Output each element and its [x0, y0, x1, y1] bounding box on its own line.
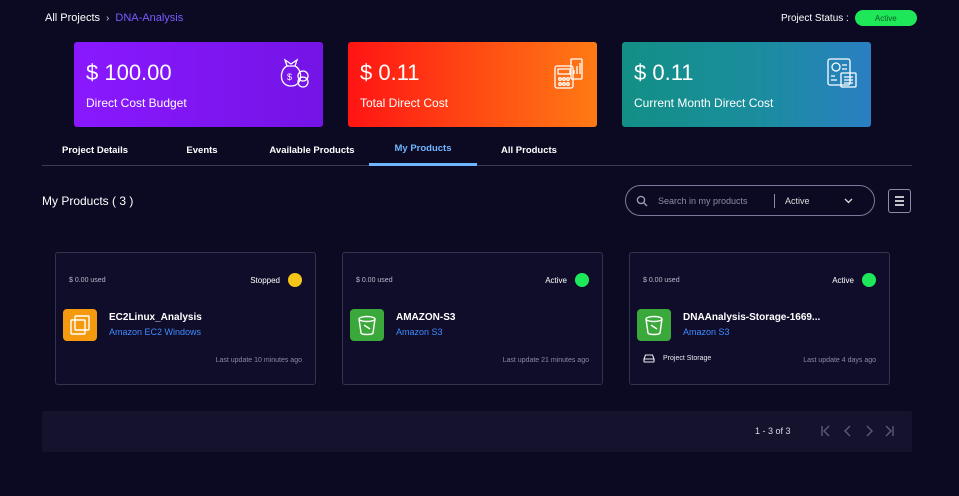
chevron-left-icon [844, 425, 851, 437]
cost-label: Direct Cost Budget [86, 96, 187, 110]
pagination-range: 1 - 3 of 3 [755, 426, 791, 436]
first-page-icon [821, 425, 830, 437]
product-name[interactable]: AMAZON-S3 [396, 312, 455, 323]
product-last-update: Last update 21 minutes ago [502, 357, 589, 364]
product-type: Amazon S3 [683, 327, 730, 337]
chevron-right-icon: › [106, 12, 110, 24]
product-card-ec2linux[interactable]: $ 0.00 used Stopped EC2Linux_Analysis Am… [55, 252, 316, 385]
product-name[interactable]: EC2Linux_Analysis [109, 312, 202, 323]
s3-bucket-icon [637, 309, 671, 341]
breadcrumb-all-projects[interactable]: All Projects [45, 12, 100, 24]
search-input[interactable] [658, 195, 770, 206]
menu-icon [895, 196, 904, 206]
status-filter-value: Active [785, 195, 810, 206]
product-last-update: Last update 4 days ago [803, 357, 876, 364]
first-page-button[interactable] [819, 424, 833, 438]
svg-text:$: $ [287, 72, 292, 82]
tab-bar: Project Details Events Available Product… [42, 134, 912, 166]
search-divider [774, 193, 775, 208]
product-last-update: Last update 10 minutes ago [215, 357, 302, 364]
product-card-dnaanalysis-storage[interactable]: $ 0.00 used Active DNAAnalysis-Storage-1… [629, 252, 890, 385]
project-storage-tag: Project Storage [643, 354, 711, 363]
total-direct-cost-card: $ 0.11 Total Direct Cost [348, 42, 597, 127]
search-icon [636, 195, 648, 206]
ec2-icon [63, 309, 97, 341]
product-used: $ 0.00 used [69, 277, 106, 284]
status-dot [288, 273, 302, 287]
product-type: Amazon S3 [396, 327, 443, 337]
chevron-down-icon [844, 198, 853, 203]
product-status: Active [832, 273, 876, 287]
calculator-icon [554, 58, 583, 89]
breadcrumb: All Projects › DNA-Analysis [45, 12, 183, 24]
product-name[interactable]: DNAAnalysis-Storage-1669... [683, 312, 820, 323]
storage-drive-icon [643, 354, 655, 363]
project-status: Project Status : Active [781, 10, 917, 26]
product-used: $ 0.00 used [643, 277, 680, 284]
product-type: Amazon EC2 Windows [109, 327, 202, 337]
product-status-label: Active [545, 275, 567, 285]
report-icon [827, 58, 857, 88]
tab-available-products[interactable]: Available Products [256, 134, 368, 166]
product-status-label: Active [832, 275, 854, 285]
status-dot [575, 273, 589, 287]
s3-bucket-icon [350, 309, 384, 341]
last-page-icon [885, 425, 894, 437]
product-status-label: Stopped [250, 275, 280, 285]
product-search-bar: Active [625, 185, 875, 216]
product-card-amazon-s3[interactable]: $ 0.00 used Active AMAZON-S3 Amazon S3 L… [342, 252, 603, 385]
product-status: Active [545, 273, 589, 287]
money-bag-icon: $ [280, 58, 309, 88]
cost-label: Total Direct Cost [360, 96, 449, 110]
cost-label: Current Month Direct Cost [634, 96, 774, 110]
chevron-right-icon [866, 425, 873, 437]
tab-project-details[interactable]: Project Details [42, 134, 148, 166]
breadcrumb-current: DNA-Analysis [115, 12, 184, 24]
tab-events[interactable]: Events [168, 134, 236, 166]
pagination-bar: 1 - 3 of 3 [42, 411, 912, 452]
prev-page-button[interactable] [841, 424, 855, 438]
list-view-button[interactable] [888, 189, 911, 213]
project-status-label: Project Status : [781, 12, 849, 24]
next-page-button[interactable] [862, 424, 876, 438]
project-status-badge: Active [854, 10, 917, 26]
tab-my-products[interactable]: My Products [369, 134, 477, 166]
status-filter-select[interactable]: Active [785, 196, 853, 206]
project-storage-label: Project Storage [663, 355, 712, 362]
tab-all-products[interactable]: All Products [477, 134, 581, 166]
last-page-button[interactable] [882, 424, 896, 438]
product-status: Stopped [250, 273, 302, 287]
status-dot [862, 273, 876, 287]
direct-cost-budget-card: $ 100.00 Direct Cost Budget $ [74, 42, 323, 127]
product-used: $ 0.00 used [356, 277, 393, 284]
current-month-direct-cost-card: $ 0.11 Current Month Direct Cost [622, 42, 871, 127]
my-products-title: My Products ( 3 ) [42, 194, 134, 208]
